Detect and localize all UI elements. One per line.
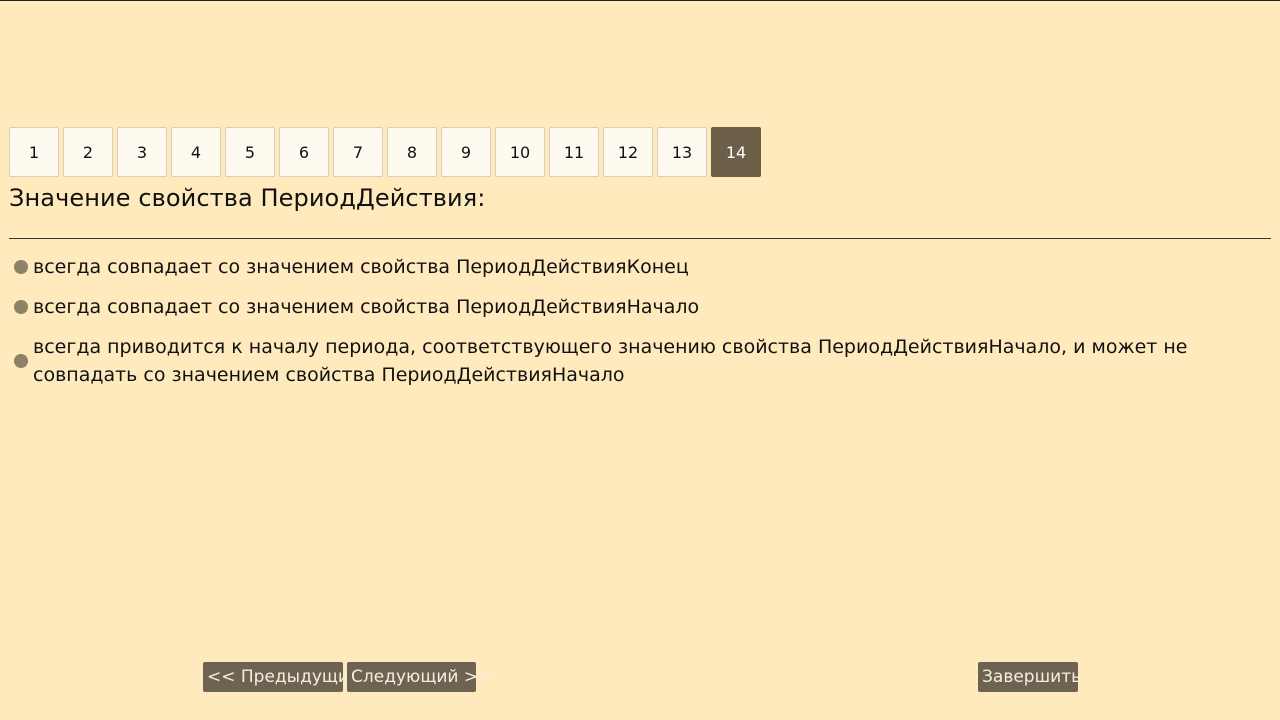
answer-option-text: всегда совпадает со значением свойства П… [33, 256, 689, 278]
answer-option-1[interactable]: всегда совпадает со значением свойства П… [14, 253, 1264, 281]
question-title: Значение свойства ПериодДействия: [9, 184, 486, 212]
page-button-8[interactable]: 8 [387, 127, 437, 177]
previous-button[interactable]: << Предыдущий [203, 662, 360, 692]
page-button-13[interactable]: 13 [657, 127, 707, 177]
finish-button[interactable]: Завершить [978, 662, 1081, 692]
next-button[interactable]: Следующий >> [347, 662, 492, 692]
page-button-1[interactable]: 1 [9, 127, 59, 177]
page-button-10[interactable]: 10 [495, 127, 545, 177]
page-button-5[interactable]: 5 [225, 127, 275, 177]
divider [9, 238, 1271, 239]
answer-option-3[interactable]: всегда приводится к началу периода, соот… [14, 333, 1264, 389]
page-button-4[interactable]: 4 [171, 127, 221, 177]
page-button-3[interactable]: 3 [117, 127, 167, 177]
page-button-7[interactable]: 7 [333, 127, 383, 177]
question-pager: 1 2 3 4 5 6 7 8 9 10 11 12 13 14 [9, 127, 761, 177]
page-button-11[interactable]: 11 [549, 127, 599, 177]
page-button-6[interactable]: 6 [279, 127, 329, 177]
radio-icon[interactable] [14, 300, 28, 314]
page-button-9[interactable]: 9 [441, 127, 491, 177]
page-button-12[interactable]: 12 [603, 127, 653, 177]
page-button-14-current[interactable]: 14 [711, 127, 761, 177]
radio-icon[interactable] [14, 260, 28, 274]
answer-option-text: всегда приводится к началу периода, соот… [33, 336, 1188, 386]
radio-icon[interactable] [14, 354, 28, 368]
answer-option-text: всегда совпадает со значением свойства П… [33, 296, 700, 318]
page-button-2[interactable]: 2 [63, 127, 113, 177]
answer-option-2[interactable]: всегда совпадает со значением свойства П… [14, 293, 1264, 321]
answer-options: всегда совпадает со значением свойства П… [14, 253, 1264, 401]
